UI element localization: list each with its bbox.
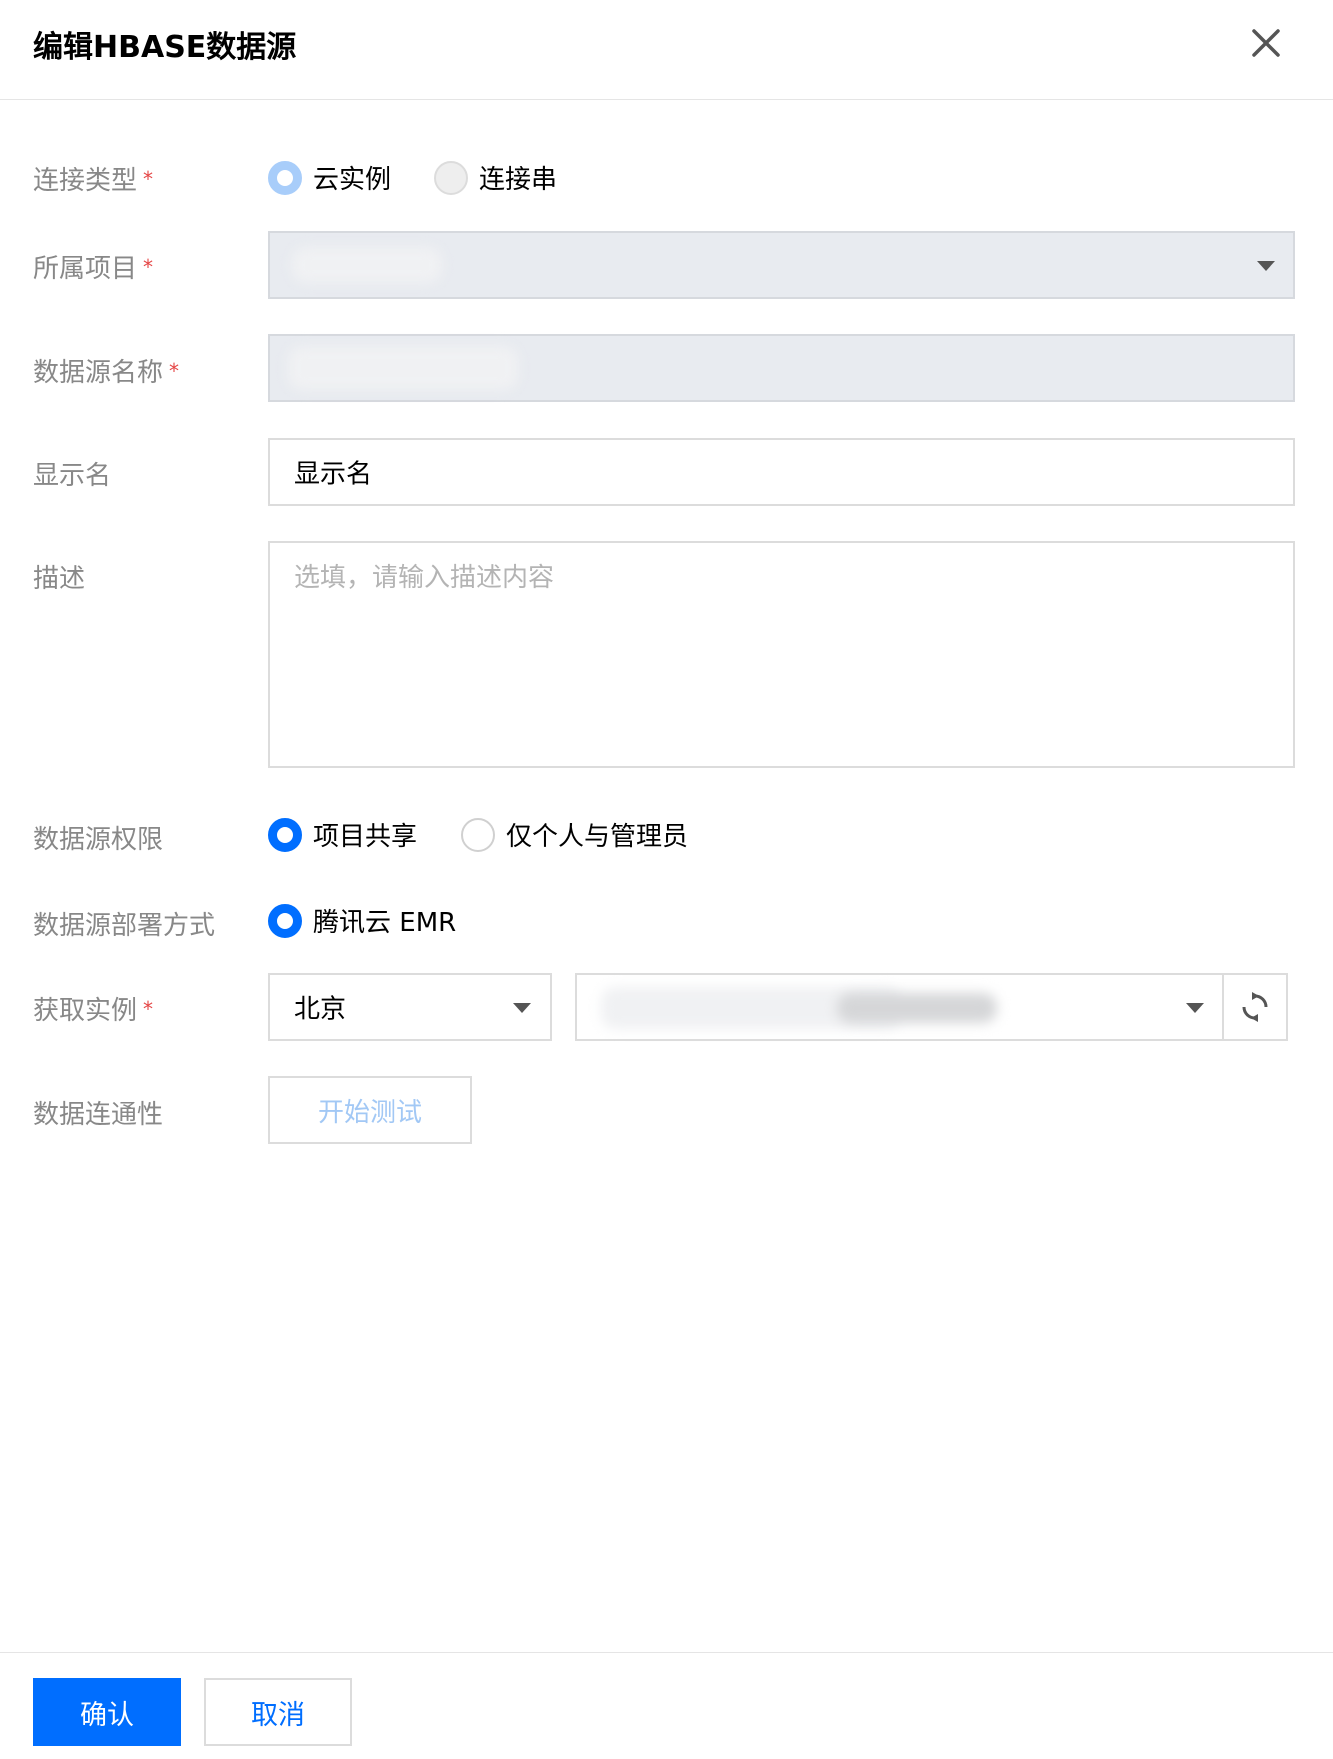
chevron-down-icon — [1186, 1003, 1204, 1013]
required-mark: * — [169, 359, 180, 383]
refresh-icon — [1242, 992, 1268, 1022]
connectivity-label: 数据连通性 — [33, 1100, 164, 1130]
region-value: 北京 — [294, 994, 347, 1025]
edit-datasource-dialog: 编辑HBASE数据源 连接类型 * 云实例 连接串 所属项目 * 数据源名称 * 显示… — [0, 0, 1333, 1758]
datasource-name-label: 数据源名称 * — [33, 358, 180, 388]
radio-personal-admin[interactable]: 仅个人与管理员 — [461, 816, 688, 853]
instance-select[interactable] — [575, 973, 1224, 1041]
display-name-field[interactable]: 显示名 — [268, 438, 1295, 506]
instance-label: 获取实例 * — [33, 996, 154, 1026]
obscured-value — [292, 247, 442, 283]
display-name-value: 显示名 — [294, 459, 373, 490]
required-mark: * — [143, 997, 154, 1021]
close-icon[interactable] — [1248, 25, 1284, 61]
radio-label: 连接串 — [479, 165, 558, 195]
radio-label: 腾讯云 EMR — [313, 908, 457, 938]
required-mark: * — [143, 255, 154, 279]
radio-circle — [268, 817, 302, 852]
obscured-value — [288, 346, 518, 390]
start-test-button[interactable]: 开始测试 — [268, 1076, 472, 1144]
permission-label: 数据源权限 — [33, 825, 164, 855]
description-textarea[interactable]: 选填，请输入描述内容 — [268, 541, 1295, 768]
deployment-label: 数据源部署方式 — [33, 911, 216, 941]
datasource-name-field[interactable] — [268, 334, 1295, 402]
radio-circle — [434, 160, 468, 195]
description-label: 描述 — [33, 564, 86, 594]
radio-connection-string[interactable]: 连接串 — [434, 159, 557, 196]
connection-type-label: 连接类型 * — [33, 166, 154, 196]
project-select[interactable] — [268, 231, 1295, 299]
radio-circle — [268, 903, 302, 938]
radio-label: 云实例 — [313, 165, 392, 195]
description-placeholder: 选填，请输入描述内容 — [294, 563, 555, 593]
cancel-button[interactable]: 取消 — [204, 1678, 352, 1746]
region-select[interactable]: 北京 — [268, 973, 552, 1041]
radio-circle — [268, 160, 302, 195]
dialog-header: 编辑HBASE数据源 — [0, 0, 1333, 100]
dialog-title: 编辑HBASE数据源 — [33, 30, 297, 65]
project-label: 所属项目 * — [33, 254, 154, 284]
radio-label: 仅个人与管理员 — [506, 822, 689, 852]
dialog-footer — [0, 1652, 1333, 1759]
obscured-value — [837, 993, 997, 1023]
radio-circle — [461, 817, 495, 852]
refresh-button[interactable] — [1222, 973, 1288, 1041]
display-name-label: 显示名 — [33, 461, 112, 491]
radio-project-shared[interactable]: 项目共享 — [268, 816, 417, 853]
chevron-down-icon — [513, 1003, 531, 1013]
radio-tencent-emr[interactable]: 腾讯云 EMR — [268, 902, 456, 939]
confirm-button[interactable]: 确认 — [33, 1678, 181, 1746]
chevron-down-icon — [1257, 261, 1275, 271]
radio-cloud-instance[interactable]: 云实例 — [268, 159, 391, 196]
required-mark: * — [143, 167, 154, 191]
radio-label: 项目共享 — [313, 822, 418, 852]
